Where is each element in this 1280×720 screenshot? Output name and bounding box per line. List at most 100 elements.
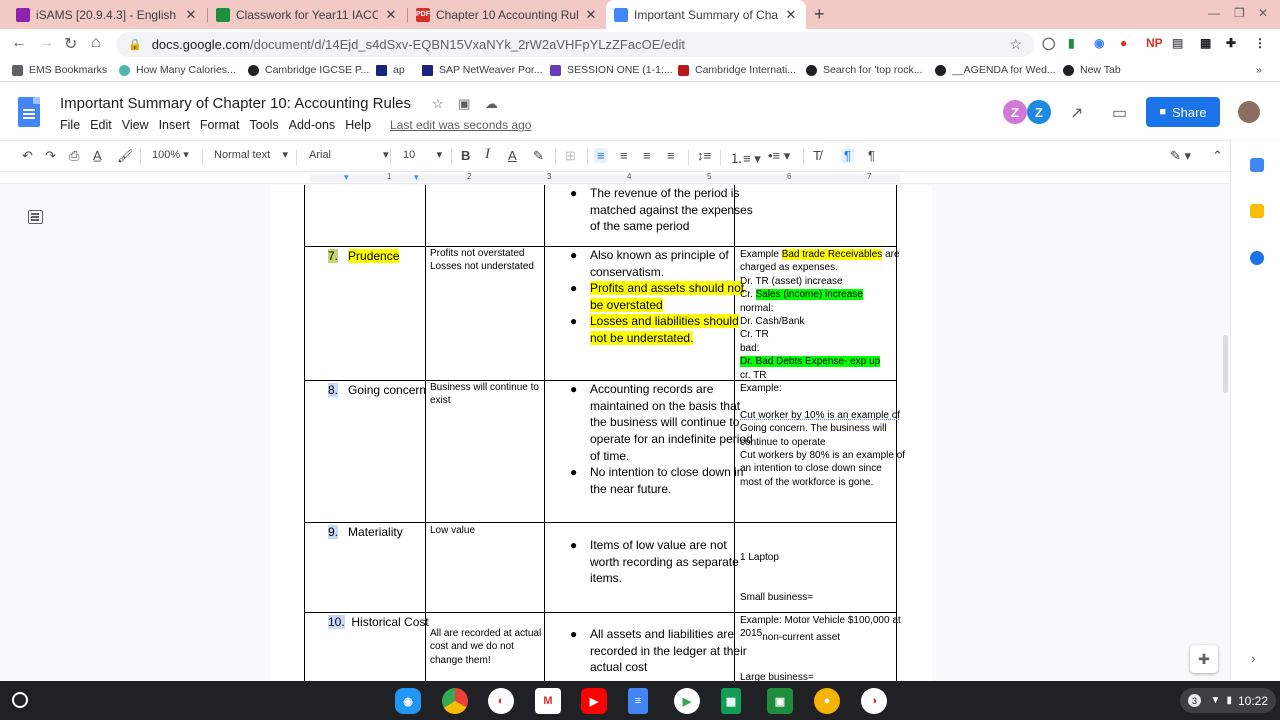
close-icon[interactable]: ✕ xyxy=(184,7,198,23)
expand-panel-icon[interactable]: › xyxy=(1251,650,1256,666)
rtl-text-icon[interactable]: ¶ xyxy=(868,148,875,163)
bulleted-list-icon[interactable]: •≡ ▾ xyxy=(768,148,790,164)
extension-chrome-icon[interactable]: ◉ xyxy=(1094,36,1104,50)
new-tab-button[interactable]: + xyxy=(814,4,825,25)
menu-help[interactable]: Help xyxy=(345,118,371,132)
home-icon[interactable]: ⌂ xyxy=(91,34,101,52)
extension-red-icon[interactable]: ● xyxy=(1120,36,1127,50)
align-right-icon[interactable]: ≡ xyxy=(643,148,651,163)
tasks-icon[interactable] xyxy=(1250,251,1264,265)
explore-button-icon[interactable]: ✚ xyxy=(1190,645,1218,673)
extension-grid-icon[interactable]: ▦ xyxy=(1200,36,1211,50)
user-avatar[interactable] xyxy=(1238,101,1260,123)
spellcheck-icon[interactable]: A̲ xyxy=(93,148,102,163)
italic-icon[interactable]: I xyxy=(485,146,490,163)
activity-trend-icon[interactable]: ↗ xyxy=(1070,103,1083,123)
app-icon[interactable]: ◑ xyxy=(861,688,887,714)
menu-insert[interactable]: Insert xyxy=(159,118,190,132)
bookmarks-overflow-icon[interactable]: » xyxy=(1256,64,1262,76)
right-indent-marker[interactable]: ▾ xyxy=(414,172,419,183)
back-icon[interactable]: ← xyxy=(11,34,27,52)
star-icon[interactable]: ☆ xyxy=(432,96,444,111)
menu-view[interactable]: View xyxy=(122,118,149,132)
browser-tab-docs-active[interactable]: Important Summary of Chapter 1 ✕ xyxy=(606,0,806,29)
sheets-app-icon[interactable]: ▦ xyxy=(721,688,741,714)
bookmark-ems[interactable]: EMS Bookmarks xyxy=(12,64,107,76)
browser-tab-classwork[interactable]: Classwork for Year11 IACC 2 Ma ✕ xyxy=(208,0,406,29)
browser-menu-icon[interactable]: ⋮ xyxy=(1254,36,1266,50)
collaborator-avatar[interactable]: Z xyxy=(1027,100,1051,124)
redo-icon[interactable]: ↷ xyxy=(45,148,56,164)
youtube-icon[interactable]: ▶ xyxy=(581,688,607,714)
paint-app-icon[interactable]: ● xyxy=(814,688,840,714)
document-outline-icon[interactable] xyxy=(28,210,43,224)
reload-icon[interactable]: ↻ xyxy=(64,34,77,54)
browser-tab-pdf[interactable]: PDF Chapter 10 Accounting Rules.pdf ✕ xyxy=(408,0,606,29)
menu-addons[interactable]: Add-ons xyxy=(289,118,336,132)
app-icon[interactable]: ◐ xyxy=(488,688,514,714)
numbered-list-icon[interactable]: ⒈≡ ▾ xyxy=(730,148,761,167)
clear-formatting-icon[interactable]: T̸ xyxy=(813,148,821,163)
undo-icon[interactable]: ↶ xyxy=(22,148,33,164)
keep-icon[interactable] xyxy=(1250,204,1264,218)
document-page[interactable]: ● The revenue of the period is matched a… xyxy=(270,185,932,681)
bookmark-ap[interactable]: ap xyxy=(376,64,405,76)
extension-news-icon[interactable]: ▤ xyxy=(1172,36,1183,50)
close-window-icon[interactable]: ✕ xyxy=(1258,6,1268,20)
bookmark-sap[interactable]: SAP NetWeaver Por... xyxy=(422,64,543,76)
close-icon[interactable]: ✕ xyxy=(784,7,798,23)
bookmark-star-icon[interactable]: ☆ xyxy=(1009,36,1022,53)
bookmark-new-tab[interactable]: New Tab xyxy=(1063,64,1121,76)
move-folder-icon[interactable]: ▣ xyxy=(458,96,470,111)
bookmark-agenda[interactable]: __AGENDA for Wed... xyxy=(935,64,1056,76)
forward-icon[interactable]: → xyxy=(38,34,54,52)
close-icon[interactable]: ✕ xyxy=(584,7,598,23)
style-select[interactable]: Normal text ▾ xyxy=(214,148,288,161)
extension-green-icon[interactable]: ▮ xyxy=(1068,36,1075,50)
left-indent-marker[interactable]: ▾ xyxy=(344,172,349,183)
extension-circle-icon[interactable]: ◯ xyxy=(1042,36,1055,50)
text-color-icon[interactable]: A xyxy=(508,148,517,163)
menu-file[interactable]: File xyxy=(60,118,80,132)
bold-icon[interactable]: B xyxy=(461,148,470,163)
collaborator-avatar[interactable]: Z xyxy=(1003,100,1027,124)
bookmark-cambridge-igcse[interactable]: Cambridge IGCSE P... xyxy=(248,64,369,76)
extensions-puzzle-icon[interactable]: ✚ xyxy=(1226,36,1236,50)
highlight-color-icon[interactable]: ✎ xyxy=(533,148,544,164)
justify-icon[interactable]: ≡ xyxy=(667,148,675,163)
comment-history-icon[interactable]: ▭ xyxy=(1112,103,1127,123)
share-button[interactable]: ■ Share xyxy=(1146,97,1220,127)
ruler[interactable]: 1 2 3 4 5 6 7 ▾ ▾ xyxy=(0,172,1230,184)
menu-tools[interactable]: Tools xyxy=(249,118,278,132)
line-spacing-icon[interactable]: ↕≡ xyxy=(697,148,711,163)
google-docs-logo-icon[interactable] xyxy=(18,97,40,127)
cloud-status-icon[interactable]: ☁ xyxy=(485,96,498,111)
insert-comment-icon[interactable]: ⊞ xyxy=(565,148,576,164)
print-icon[interactable]: ⎙ xyxy=(69,148,79,164)
paint-format-icon[interactable]: 🖌 xyxy=(117,148,134,164)
system-tray[interactable]: 3 ▼ ▮ 10:22 xyxy=(1180,688,1276,713)
font-size-select[interactable]: 10 ▾ xyxy=(403,148,442,161)
bookmark-calories[interactable]: How Many Calories... xyxy=(119,64,236,76)
bookmark-session-one[interactable]: SESSION ONE (1-1:... xyxy=(550,64,673,76)
docs-app-icon[interactable]: ≡ xyxy=(628,688,648,714)
document-title[interactable]: Important Summary of Chapter 10: Account… xyxy=(60,95,411,112)
minimize-icon[interactable]: — xyxy=(1208,6,1220,20)
classroom-app-icon[interactable]: ▣ xyxy=(767,688,793,714)
vertical-scrollbar-thumb[interactable] xyxy=(1223,335,1228,393)
align-center-icon[interactable]: ≡ xyxy=(620,148,628,163)
align-left-icon[interactable]: ≡ xyxy=(594,148,608,163)
extension-np-icon[interactable]: NP xyxy=(1146,36,1163,50)
menu-edit[interactable]: Edit xyxy=(90,118,112,132)
play-store-icon[interactable]: ▶ xyxy=(674,688,700,714)
restore-icon[interactable]: ❐ xyxy=(1234,6,1245,20)
ltr-text-icon[interactable]: ¶ xyxy=(841,148,854,163)
collapse-menus-icon[interactable]: ⌃ xyxy=(1212,148,1223,164)
browser-tab-isams[interactable]: iSAMS [20.9.4.3] - English Mode ✕ xyxy=(8,0,206,29)
url-omnibox[interactable]: 🔒 docs.google.com/document/d/14Ejd_s4dSx… xyxy=(116,32,1034,57)
zoom-select[interactable]: 100% ▾ xyxy=(152,148,189,161)
editing-mode-icon[interactable]: ✎ ▾ xyxy=(1170,148,1191,164)
last-edit-link[interactable]: Last edit was seconds ago xyxy=(390,118,531,132)
font-select[interactable]: Arial ▾ xyxy=(309,148,389,161)
menu-format[interactable]: Format xyxy=(200,118,240,132)
